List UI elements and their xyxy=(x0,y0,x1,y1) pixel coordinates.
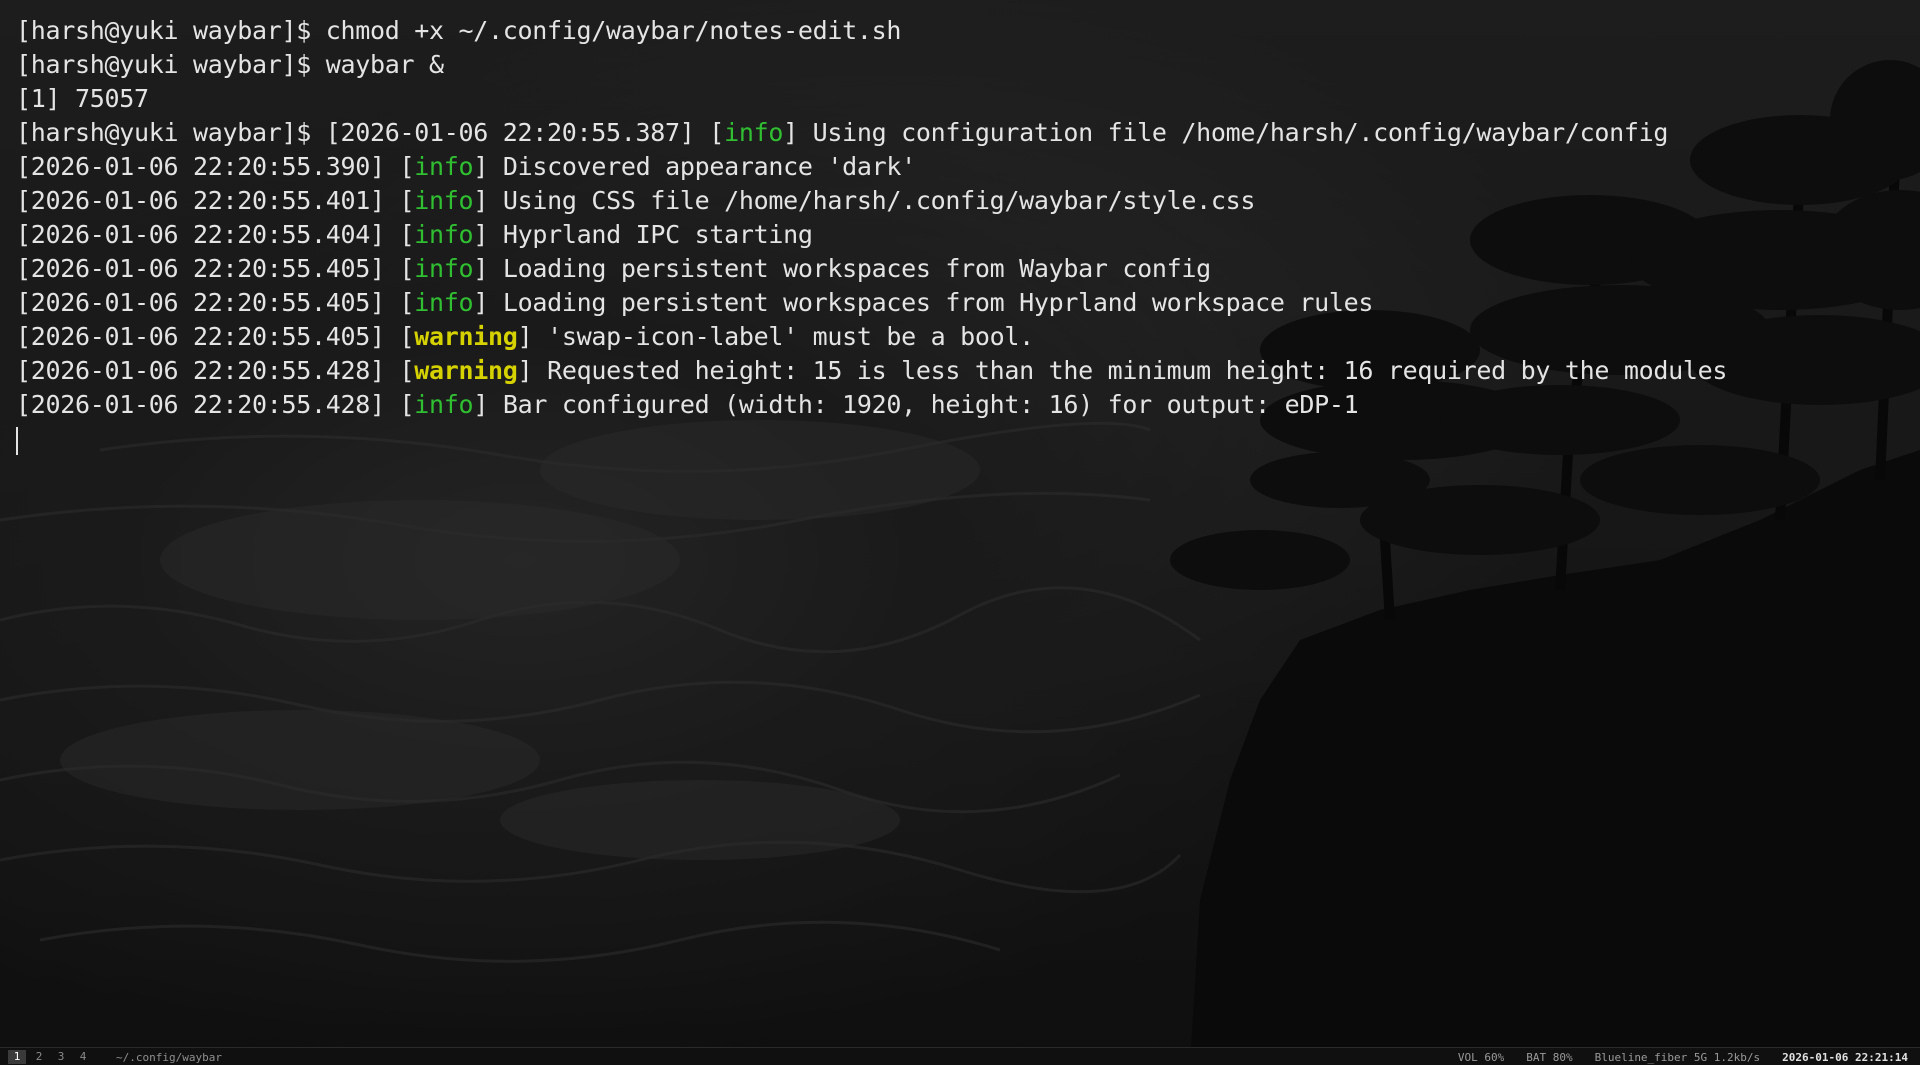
terminal-text: ] Using configuration file /home/harsh/.… xyxy=(783,118,1669,147)
terminal-text: [harsh@yuki waybar]$ waybar & xyxy=(16,50,444,79)
terminal-line: [harsh@yuki waybar]$ [2026-01-06 22:20:5… xyxy=(16,116,1896,150)
log-level-info: info xyxy=(724,118,784,147)
terminal-text: [2026-01-06 22:20:55.405] [ xyxy=(16,288,415,317)
terminal-text: ] Requested height: 15 is less than the … xyxy=(517,356,1728,385)
window-title: ~/.config/waybar xyxy=(116,1050,222,1064)
waybar-status-bar: 1234 ~/.config/waybar VOL 60% BAT 80% Bl… xyxy=(0,1047,1920,1065)
volume-indicator[interactable]: VOL 60% xyxy=(1458,1051,1504,1064)
workspace-button-2[interactable]: 2 xyxy=(30,1050,48,1064)
battery-indicator[interactable]: BAT 80% xyxy=(1526,1051,1572,1064)
terminal-window[interactable]: [harsh@yuki waybar]$ chmod +x ~/.config/… xyxy=(16,14,1896,1044)
terminal-line: [2026-01-06 22:20:55.405] [info] Loading… xyxy=(16,286,1896,320)
terminal-text: [2026-01-06 22:20:55.428] [ xyxy=(16,356,415,385)
terminal-text: ] Hyprland IPC starting xyxy=(473,220,813,249)
terminal-text: ] Bar configured (width: 1920, height: 1… xyxy=(473,390,1359,419)
terminal-text: [2026-01-06 22:20:55.405] [ xyxy=(16,322,415,351)
terminal-line: [2026-01-06 22:20:55.401] [info] Using C… xyxy=(16,184,1896,218)
terminal-text: ] 'swap-icon-label' must be a bool. xyxy=(517,322,1035,351)
terminal-line: [harsh@yuki waybar]$ waybar & xyxy=(16,48,1896,82)
terminal-line: [harsh@yuki waybar]$ chmod +x ~/.config/… xyxy=(16,14,1896,48)
log-level-warning: warning xyxy=(414,322,518,351)
network-indicator[interactable]: Blueline_fiber 5G 1.2kb/s xyxy=(1595,1051,1761,1064)
clock[interactable]: 2026-01-06 22:21:14 xyxy=(1782,1051,1908,1064)
terminal-text: ] Loading persistent workspaces from Way… xyxy=(473,254,1211,283)
terminal-text: [2026-01-06 22:20:55.404] [ xyxy=(16,220,415,249)
terminal-text: [2026-01-06 22:20:55.390] [ xyxy=(16,152,415,181)
terminal-line: [2026-01-06 22:20:55.428] [info] Bar con… xyxy=(16,388,1896,422)
terminal-text: [2026-01-06 22:20:55.401] [ xyxy=(16,186,415,215)
workspace-list: 1234 xyxy=(4,1050,92,1064)
terminal-line: [2026-01-06 22:20:55.390] [info] Discove… xyxy=(16,150,1896,184)
desktop: [harsh@yuki waybar]$ chmod +x ~/.config/… xyxy=(0,0,1920,1065)
workspace-button-4[interactable]: 4 xyxy=(74,1050,92,1064)
terminal-text: [2026-01-06 22:20:55.405] [ xyxy=(16,254,415,283)
terminal-text: [harsh@yuki waybar]$ chmod +x ~/.config/… xyxy=(16,16,902,45)
terminal-text: ] Loading persistent workspaces from Hyp… xyxy=(473,288,1374,317)
terminal-text: ] Using CSS file /home/harsh/.config/way… xyxy=(473,186,1256,215)
terminal-line: [2026-01-06 22:20:55.405] [warning] 'swa… xyxy=(16,320,1896,354)
workspace-button-1[interactable]: 1 xyxy=(8,1050,26,1064)
log-level-info: info xyxy=(414,390,474,419)
log-level-info: info xyxy=(414,152,474,181)
log-level-info: info xyxy=(414,186,474,215)
terminal-text: [1] 75057 xyxy=(16,84,149,113)
terminal-text: ] Discovered appearance 'dark' xyxy=(473,152,916,181)
terminal-text: [harsh@yuki waybar]$ [2026-01-06 22:20:5… xyxy=(16,118,725,147)
terminal-line: [2026-01-06 22:20:55.404] [info] Hyprlan… xyxy=(16,218,1896,252)
terminal-line: [2026-01-06 22:20:55.428] [warning] Requ… xyxy=(16,354,1896,388)
prompt-line[interactable] xyxy=(16,422,1896,456)
workspace-button-3[interactable]: 3 xyxy=(52,1050,70,1064)
status-modules: VOL 60% BAT 80% Blueline_fiber 5G 1.2kb/… xyxy=(1436,1051,1920,1064)
log-level-info: info xyxy=(414,220,474,249)
log-level-info: info xyxy=(414,254,474,283)
terminal-line: [1] 75057 xyxy=(16,82,1896,116)
terminal-cursor-icon xyxy=(16,427,18,455)
log-level-warning: warning xyxy=(414,356,518,385)
terminal-line: [2026-01-06 22:20:55.405] [info] Loading… xyxy=(16,252,1896,286)
log-level-info: info xyxy=(414,288,474,317)
terminal-text: [2026-01-06 22:20:55.428] [ xyxy=(16,390,415,419)
